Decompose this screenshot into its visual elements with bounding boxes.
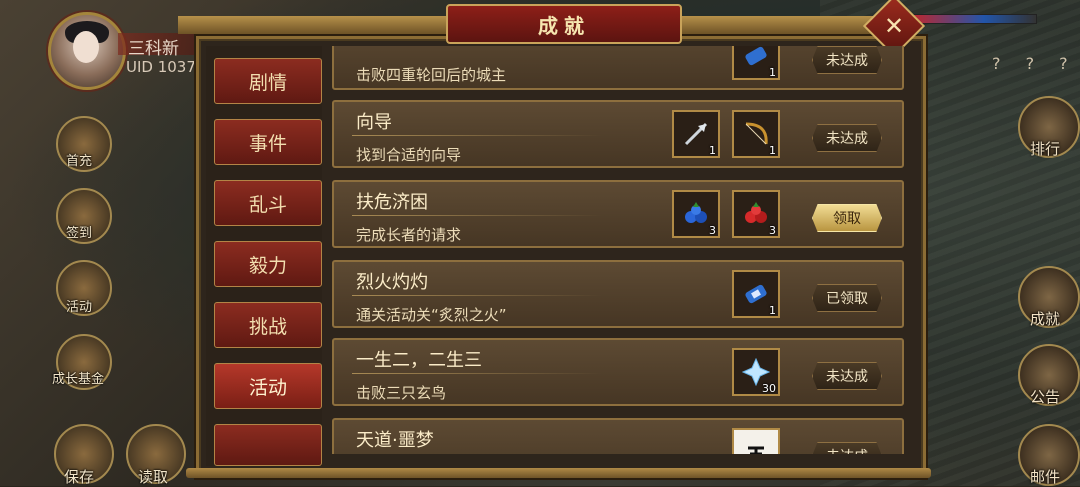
achievement-desc: 击败四重轮回后的城主 bbox=[356, 66, 507, 84]
achievement-row: 扶危济困 完成长者的请求 3 3 领取 bbox=[332, 180, 904, 248]
status-badge[interactable]: 未达成 bbox=[812, 124, 882, 152]
avatar-face bbox=[73, 31, 99, 63]
achievement-desc: 通关活动关“炙烈之火” bbox=[356, 306, 507, 324]
reward-count: 1 bbox=[769, 144, 776, 157]
claim-button[interactable]: 领取 bbox=[812, 204, 882, 232]
status-bar bbox=[905, 14, 1037, 24]
save-label[interactable]: 保存 bbox=[64, 466, 94, 487]
player-avatar[interactable] bbox=[48, 12, 126, 90]
calligraphy-icon[interactable] bbox=[732, 428, 780, 454]
divider bbox=[352, 373, 602, 374]
player-name: 三科新 bbox=[128, 39, 179, 59]
divider bbox=[352, 295, 602, 296]
divider bbox=[352, 135, 602, 136]
ranking-label[interactable]: 排行 bbox=[1030, 138, 1060, 159]
first-recharge-label[interactable]: 首充 bbox=[66, 150, 92, 169]
achievement-desc: 完成长者的请求 bbox=[356, 226, 462, 244]
load-label[interactable]: 读取 bbox=[138, 466, 168, 487]
tab-story[interactable]: 剧情 bbox=[214, 58, 322, 104]
tab-more[interactable] bbox=[214, 424, 322, 466]
reward-count: 3 bbox=[769, 224, 776, 237]
tab-challenge[interactable]: 挑战 bbox=[214, 302, 322, 348]
achievement-label[interactable]: 成就 bbox=[1030, 308, 1060, 329]
status-badge[interactable]: 未达成 bbox=[812, 442, 882, 454]
notice-label[interactable]: 公告 bbox=[1030, 386, 1060, 407]
tab-activity[interactable]: 活动 bbox=[214, 363, 322, 409]
red-berry-icon[interactable]: 3 bbox=[732, 190, 780, 238]
player-uid: UID 10377 bbox=[126, 58, 206, 76]
reward-count: 1 bbox=[709, 144, 716, 157]
achievement-row: 击败四重轮回后的城主 1 未达成 bbox=[332, 46, 904, 90]
dialog-title: 成就 bbox=[538, 13, 590, 38]
tab-brawl[interactable]: 乱斗 bbox=[214, 180, 322, 226]
achievement-desc: 击败三只玄鸟 bbox=[356, 384, 447, 402]
ice-crystal-icon[interactable]: 30 bbox=[732, 348, 780, 396]
achievement-title: 一生二，二生三 bbox=[356, 350, 482, 371]
bow-icon[interactable]: 1 bbox=[732, 110, 780, 158]
mail-label[interactable]: 邮件 bbox=[1030, 466, 1060, 487]
achievement-title: 烈火灼灼 bbox=[356, 272, 428, 293]
dialog-bottom-trim bbox=[186, 468, 931, 478]
growth-fund-label[interactable]: 成长基金 bbox=[52, 368, 104, 387]
status-badge[interactable]: 未达成 bbox=[812, 46, 882, 74]
achievement-list[interactable]: 击败四重轮回后的城主 1 未达成 向导 找到合适的向导 1 1 未达成 扶危济困… bbox=[330, 46, 906, 454]
title-wing-right bbox=[676, 16, 876, 34]
achievement-desc: 找到合适的向导 bbox=[356, 146, 462, 164]
achievement-title: 向导 bbox=[356, 112, 392, 133]
event-label[interactable]: 活动 bbox=[66, 296, 92, 315]
scroll-icon[interactable]: 1 bbox=[732, 270, 780, 318]
reward-count: 30 bbox=[762, 382, 776, 395]
close-icon[interactable]: ✕ bbox=[874, 6, 914, 46]
blue-berry-icon[interactable]: 3 bbox=[672, 190, 720, 238]
scroll-icon[interactable]: 1 bbox=[732, 46, 780, 80]
title-wing-left bbox=[178, 16, 448, 34]
reward-count: 3 bbox=[709, 224, 716, 237]
reward-count: 1 bbox=[769, 66, 776, 79]
achievement-row: 一生二，二生三 击败三只玄鸟 30 未达成 bbox=[332, 338, 904, 406]
arrow-icon[interactable]: 1 bbox=[672, 110, 720, 158]
status-badge[interactable]: 未达成 bbox=[812, 362, 882, 390]
reward-count: 1 bbox=[769, 304, 776, 317]
achievement-title: 天道·噩梦 bbox=[356, 430, 434, 451]
divider bbox=[352, 215, 602, 216]
tab-perseverance[interactable]: 毅力 bbox=[214, 241, 322, 287]
title-plate: 成就 bbox=[446, 4, 682, 44]
achievement-row: 烈火灼灼 通关活动关“炙烈之火” 1 已领取 bbox=[332, 260, 904, 328]
sign-in-label[interactable]: 签到 bbox=[66, 222, 92, 241]
achievement-row: 向导 找到合适的向导 1 1 未达成 bbox=[332, 100, 904, 168]
category-tabs: 剧情 事件 乱斗 毅力 挑战 活动 bbox=[206, 46, 322, 466]
help-marks[interactable]: ? ? ? bbox=[992, 54, 1078, 73]
achievement-title: 扶危济困 bbox=[356, 192, 428, 213]
tab-events[interactable]: 事件 bbox=[214, 119, 322, 165]
status-badge[interactable]: 已领取 bbox=[812, 284, 882, 312]
achievement-row: 天道·噩梦 未达成 bbox=[332, 418, 904, 454]
